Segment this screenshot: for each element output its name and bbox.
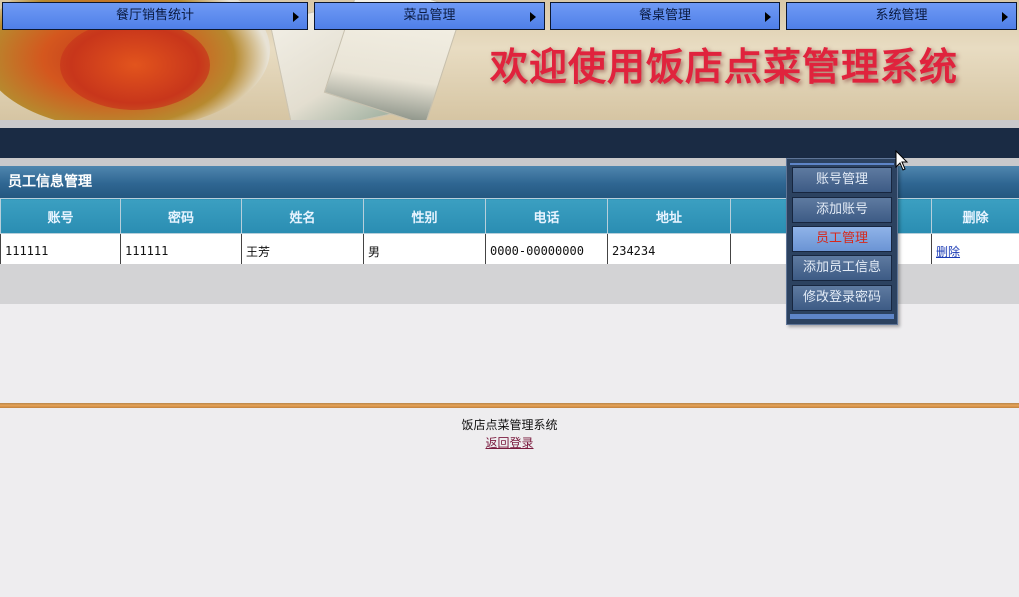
nav-item-dish-management[interactable]: 菜品管理 bbox=[314, 2, 545, 30]
footer-system-name: 饭店点菜管理系统 bbox=[461, 418, 558, 432]
mouse-cursor-icon bbox=[895, 150, 909, 171]
dropdown-bottom-accent bbox=[790, 314, 894, 319]
banner-divider bbox=[0, 120, 1019, 128]
nav-item-label: 系统管理 bbox=[875, 8, 928, 23]
dropdown-top-accent bbox=[790, 163, 894, 165]
triangle-right-icon bbox=[1002, 12, 1008, 22]
back-to-login-link[interactable]: 返回登录 bbox=[485, 436, 533, 450]
menu-item-account-management[interactable]: 账号管理 bbox=[792, 167, 892, 193]
crab-dish-image bbox=[60, 20, 210, 110]
main-nav bbox=[0, 128, 1019, 158]
column-header-phone: 电话 bbox=[485, 198, 608, 234]
triangle-right-icon bbox=[293, 12, 299, 22]
menu-item-change-password[interactable]: 修改登录密码 bbox=[792, 285, 892, 311]
system-management-dropdown: 账号管理 添加账号 员工管理 添加员工信息 修改登录密码 bbox=[786, 158, 898, 325]
footer-divider bbox=[0, 403, 1019, 408]
footer-link-container: 返回登录 bbox=[0, 434, 1019, 451]
column-header-delete: 删除 bbox=[931, 198, 1019, 234]
delete-link[interactable]: 删除 bbox=[936, 245, 960, 259]
triangle-right-icon bbox=[530, 12, 536, 22]
nav-item-label: 餐厅销售统计 bbox=[115, 8, 194, 23]
column-header-address: 地址 bbox=[607, 198, 731, 234]
nav-item-label: 菜品管理 bbox=[403, 8, 456, 23]
column-header-password: 密码 bbox=[120, 198, 242, 234]
column-header-gender: 性别 bbox=[363, 198, 486, 234]
menu-item-add-employee[interactable]: 添加员工信息 bbox=[792, 255, 892, 281]
nav-item-table-management[interactable]: 餐桌管理 bbox=[550, 2, 780, 30]
menu-item-employee-management[interactable]: 员工管理 bbox=[792, 226, 892, 252]
menu-item-add-account[interactable]: 添加账号 bbox=[792, 197, 892, 223]
nav-item-sales-stats[interactable]: 餐厅销售统计 bbox=[2, 2, 308, 30]
triangle-right-icon bbox=[765, 12, 771, 22]
nav-item-label: 餐桌管理 bbox=[638, 8, 691, 23]
nav-item-system-management[interactable]: 系统管理 bbox=[786, 2, 1017, 30]
column-header-account: 账号 bbox=[0, 198, 121, 234]
column-header-name: 姓名 bbox=[241, 198, 364, 234]
site-title: 欢迎使用饭店点菜管理系统 bbox=[490, 44, 959, 89]
